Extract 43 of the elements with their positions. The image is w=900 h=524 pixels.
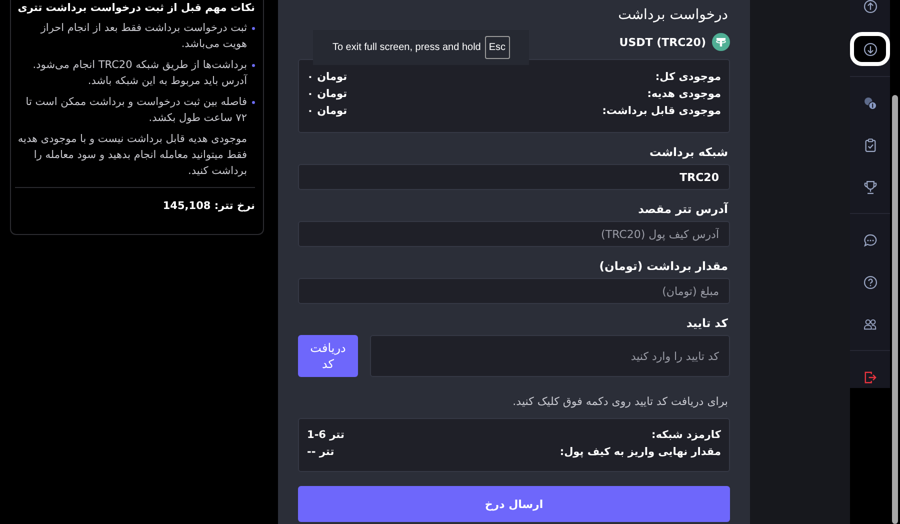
input-field[interactable]: TRC20	[298, 164, 730, 190]
field-label: آدرس تتر مقصد	[637, 202, 728, 216]
field-label: شبکه برداشت	[648, 145, 728, 159]
chat-icon	[862, 232, 878, 248]
field-label: کد تایید	[685, 316, 728, 330]
scrollbar-thumb[interactable]	[892, 95, 898, 524]
arrow-down-icon	[862, 40, 878, 58]
balance-value: تومان ۰	[307, 87, 348, 102]
balance-value: تومان ۰	[307, 70, 348, 85]
fee-label: مقدار نهایی واریز به کیف پول:	[560, 445, 721, 460]
balance-label: موجودی هدیه:	[647, 87, 721, 102]
rate-text: نرخ تتر: 145,108	[162, 200, 255, 212]
key-label: Esc	[484, 36, 510, 59]
submit-button[interactable]: ارسال درخ	[298, 486, 730, 522]
trophy-icon	[862, 178, 878, 196]
toast-text: To exit full screen, press and hold	[332, 42, 481, 53]
input-field[interactable]: مبلغ (تومان)	[298, 278, 730, 304]
fee-value: تتر 6-1	[307, 428, 344, 443]
fee-value: تتر --	[307, 445, 334, 460]
code-field[interactable]: کد تایید را وارد کنید	[370, 335, 730, 377]
form-title: درخواست برداشت	[617, 7, 728, 23]
balance-label: موجودی کل:	[655, 70, 721, 85]
arrow-down-button[interactable]	[850, 32, 890, 66]
help-icon	[862, 274, 878, 290]
arrow-up-icon	[862, 0, 878, 14]
notice-text: برداشت‌ها از طریق شبکه TRC20 انجام می‌شود. آدرس باید مربوط به این شبکه باشد.	[32, 58, 247, 89]
asset-name: USDT (TRC20)	[619, 36, 706, 48]
notice-title: نکات مهم قبل از ثبت درخواست برداشت تتری	[16, 2, 255, 14]
bullet-icon	[252, 101, 255, 104]
notice-text: فاصله بین ثبت درخواست و برداشت ممکن است تا ۷۲ ساعت طول بکشد.	[24, 95, 247, 126]
coins-icon	[862, 94, 878, 112]
hint-text: برای دریافت کد تایید روی دکمه فوق کلیک کنید.	[512, 395, 728, 408]
fee-label: کارمزد شبکه:	[652, 428, 721, 443]
input-field[interactable]: آدرس کیف پول (TRC20)	[298, 221, 730, 247]
get-code-button[interactable]: دریافت کد	[298, 335, 358, 377]
notice-text: ثبت درخواست برداشت فقط بعد از انجام احراز هویت می‌باشد.	[40, 21, 247, 52]
notice-text: موجودی هدیه قابل برداشت نیست و با موجودی هدیه فقط میتوانید معامله انجام بدهید و سود معامله را برداشت کنید.	[15, 131, 255, 188]
tether-icon	[712, 33, 730, 51]
balance-value: تومان ۰	[307, 104, 348, 119]
field-label: مقدار برداشت (تومان)	[598, 259, 728, 273]
bullet-icon	[252, 27, 255, 30]
balance-label: موجودی قابل برداشت:	[602, 104, 721, 119]
bullet-icon	[252, 64, 255, 67]
